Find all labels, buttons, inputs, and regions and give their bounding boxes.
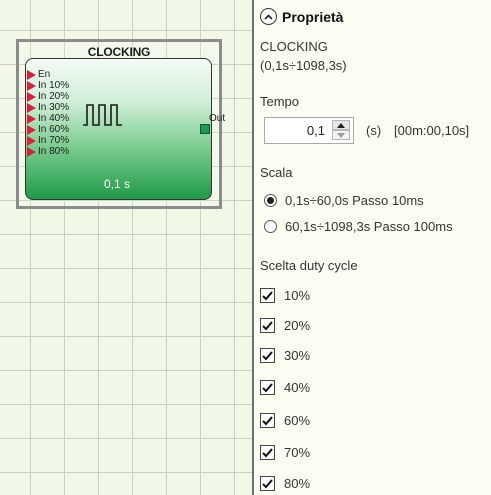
duty-cycle-70[interactable]: 70% bbox=[260, 445, 310, 460]
input-pin-in-20[interactable]: In 20% bbox=[27, 91, 69, 102]
input-label: In 60% bbox=[38, 123, 70, 135]
properties-panel: Proprietà CLOCKING (0,1s÷1098,3s) Tempo … bbox=[252, 0, 491, 495]
time-label: Tempo bbox=[260, 94, 300, 109]
checkmark-icon bbox=[262, 350, 273, 360]
input-pin-in-60[interactable]: In 60% bbox=[27, 124, 69, 135]
input-pin-in-80[interactable]: In 80% bbox=[27, 146, 69, 157]
checkmark-icon bbox=[262, 447, 273, 457]
checkbox-checked[interactable] bbox=[260, 413, 275, 428]
input-label: In 80% bbox=[38, 145, 70, 157]
input-label: In 30% bbox=[38, 101, 70, 113]
duty-cycle-10[interactable]: 10% bbox=[260, 288, 310, 303]
duty-cycle-option-label: 80% bbox=[284, 476, 311, 491]
duty-cycle-option-label: 60% bbox=[284, 413, 311, 428]
input-arrow-icon bbox=[27, 80, 36, 91]
input-arrow-icon bbox=[27, 113, 36, 124]
input-arrow-icon bbox=[27, 146, 36, 157]
spin-up-button[interactable] bbox=[332, 120, 350, 130]
input-pin-en[interactable]: En bbox=[27, 69, 50, 80]
block-time-value: 0,1 s bbox=[104, 177, 131, 191]
scale-option-coarse[interactable]: 60,1s÷1098,3s Passo 100ms bbox=[264, 219, 453, 234]
duty-cycle-option-label: 10% bbox=[284, 288, 311, 303]
input-pin-in-40[interactable]: In 40% bbox=[27, 113, 69, 124]
checkbox-checked[interactable] bbox=[260, 348, 275, 363]
checkbox-checked[interactable] bbox=[260, 445, 275, 460]
scale-option-fine[interactable]: 0,1s÷60,0s Passo 10ms bbox=[264, 193, 424, 208]
time-unit: (s) bbox=[366, 123, 382, 138]
duty-cycle-20[interactable]: 20% bbox=[260, 318, 310, 333]
input-pin-in-70[interactable]: In 70% bbox=[27, 135, 69, 146]
time-spinbox[interactable]: 0,1 bbox=[264, 117, 354, 144]
square-wave-icon bbox=[83, 104, 122, 126]
output-pin[interactable] bbox=[200, 124, 210, 134]
input-arrow-icon bbox=[27, 102, 36, 113]
input-label: In 10% bbox=[38, 79, 70, 91]
radio-selected-dot bbox=[267, 197, 274, 204]
duty-cycle-80[interactable]: 80% bbox=[260, 476, 310, 491]
checkmark-icon bbox=[262, 478, 273, 488]
duty-cycle-option-label: 30% bbox=[284, 348, 311, 363]
triangle-down-icon bbox=[337, 132, 345, 138]
input-pin-in-30[interactable]: In 30% bbox=[27, 102, 69, 113]
checkbox-checked[interactable] bbox=[260, 318, 275, 333]
triangle-up-icon bbox=[337, 122, 345, 128]
input-label: In 40% bbox=[38, 112, 70, 124]
input-label: En bbox=[38, 68, 51, 80]
radio-button[interactable] bbox=[264, 194, 277, 207]
output-label: Out bbox=[209, 113, 226, 124]
input-arrow-icon bbox=[27, 124, 36, 135]
time-formatted: [00m:00,10s] bbox=[394, 123, 470, 138]
checkmark-icon bbox=[262, 290, 273, 300]
checkmark-icon bbox=[262, 382, 273, 392]
checkmark-icon bbox=[262, 320, 273, 330]
radio-button[interactable] bbox=[264, 220, 277, 233]
duty-cycle-option-label: 70% bbox=[284, 445, 311, 460]
duty-cycle-60[interactable]: 60% bbox=[260, 413, 310, 428]
scale-option-label: 0,1s÷60,0s Passo 10ms bbox=[285, 193, 424, 208]
checkbox-checked[interactable] bbox=[260, 288, 275, 303]
duty-cycle-option-label: 20% bbox=[284, 318, 311, 333]
duty-cycle-option-label: 40% bbox=[284, 380, 311, 395]
input-pin-in-10[interactable]: In 10% bbox=[27, 80, 69, 91]
block-title: CLOCKING bbox=[87, 45, 151, 59]
input-arrow-icon bbox=[27, 69, 36, 80]
checkmark-icon bbox=[262, 415, 273, 425]
time-value[interactable]: 0,1 bbox=[307, 123, 325, 138]
scale-option-label: 60,1s÷1098,3s Passo 100ms bbox=[285, 219, 453, 234]
input-arrow-icon bbox=[27, 135, 36, 146]
duty-cycle-40[interactable]: 40% bbox=[260, 380, 310, 395]
chevron-up-icon[interactable] bbox=[260, 8, 277, 25]
input-label: In 70% bbox=[38, 134, 70, 146]
block-range: (0,1s÷1098,3s) bbox=[260, 58, 347, 73]
checkbox-checked[interactable] bbox=[260, 380, 275, 395]
input-arrow-icon bbox=[27, 91, 36, 102]
panel-title: Proprietà bbox=[282, 8, 344, 25]
checkbox-checked[interactable] bbox=[260, 476, 275, 491]
design-canvas[interactable]: CLOCKING En In 10% In 20% In 30% In 40% … bbox=[0, 0, 252, 495]
panel-header: Proprietà bbox=[260, 8, 343, 25]
duty-cycle-30[interactable]: 30% bbox=[260, 348, 310, 363]
duty-cycle-label: Scelta duty cycle bbox=[260, 258, 358, 273]
scale-label: Scala bbox=[260, 165, 293, 180]
block-name: CLOCKING bbox=[260, 39, 328, 54]
spin-down-button[interactable] bbox=[332, 130, 350, 140]
input-label: In 20% bbox=[38, 90, 70, 102]
spin-buttons bbox=[332, 120, 350, 141]
